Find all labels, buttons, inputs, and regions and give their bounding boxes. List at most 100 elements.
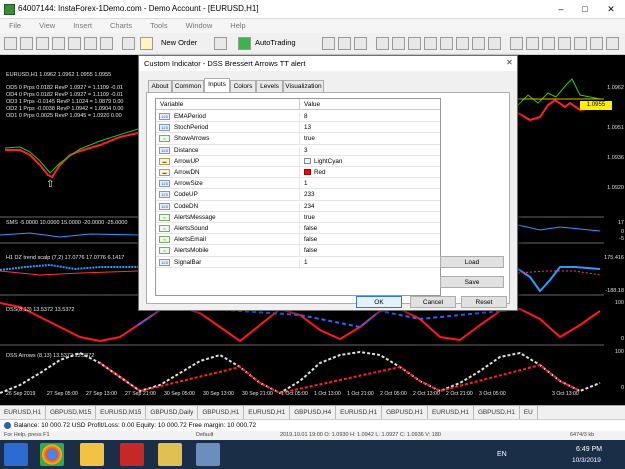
tab-about[interactable]: About (148, 80, 172, 92)
tab-common[interactable]: Common (172, 80, 204, 92)
minimize-button[interactable]: – (550, 2, 572, 16)
chart-tab[interactable]: EURUSD,H1 (244, 406, 291, 419)
table-row[interactable]: 123 Distance 3 (156, 145, 440, 157)
strategy-tester-icon[interactable] (100, 37, 113, 50)
metaeditor-icon[interactable] (214, 37, 227, 50)
new-order-icon[interactable] (140, 37, 153, 50)
integer-icon: 123 (159, 113, 170, 120)
cursor-icon[interactable] (510, 37, 523, 50)
close-button[interactable]: ✕ (600, 2, 622, 16)
price-scale-label: 1.0920 (607, 185, 624, 191)
crosshair-icon[interactable] (122, 37, 135, 50)
chart-tab[interactable]: EURUSD,H1 (336, 406, 383, 419)
table-row[interactable]: 123 StochPeriod 13 (156, 122, 440, 135)
variable-value[interactable]: 1 (299, 258, 308, 269)
status-bar: For Help, press F1 Default 2019.10.01 19… (0, 431, 625, 440)
tile-windows-icon[interactable] (408, 37, 421, 50)
tab-colors[interactable]: Colors (230, 80, 256, 92)
navigator-icon[interactable] (68, 37, 81, 50)
cancel-button[interactable]: Cancel (410, 296, 456, 308)
table-row[interactable]: 123 CodeDN 234 (156, 201, 440, 213)
folder-icon[interactable] (158, 443, 182, 466)
table-row[interactable]: ▬ ArrowDN Red (156, 167, 440, 179)
bar-chart-icon[interactable] (322, 37, 335, 50)
chart-tab[interactable]: GBPUSD,H1 (474, 406, 520, 419)
zoom-out-icon[interactable] (392, 37, 405, 50)
app-icon[interactable] (196, 443, 220, 466)
metatrader-icon[interactable] (120, 443, 144, 466)
chart-tab[interactable]: GBPUSD,M15 (46, 406, 97, 419)
menu-insert[interactable]: Insert (64, 19, 101, 30)
ods-line: OD5 0 Prps 0.0182 RevP 1.0927 = 1.1109 -… (6, 85, 124, 91)
autotrading-button[interactable]: AutoTrading (255, 38, 296, 47)
dialog-close-button[interactable]: ✕ (504, 58, 515, 68)
chart-tab[interactable]: GBPUSD,H1 (382, 406, 428, 419)
trendline-icon[interactable] (558, 37, 571, 50)
menu-window[interactable]: Window (177, 19, 222, 30)
chart-tab[interactable]: EURUSD,M15 (96, 406, 147, 419)
time-label: 1 Oct 05:00 (281, 391, 308, 397)
app-icon (4, 4, 15, 15)
menu-help[interactable]: Help (221, 19, 254, 30)
reset-button[interactable]: Reset (461, 296, 507, 308)
chart-tab[interactable]: GBPUSD,H1 (198, 406, 245, 419)
table-row[interactable]: ≈ AlertsEmail false (156, 234, 440, 247)
chart-tab[interactable]: EU (520, 406, 538, 419)
line-chart-icon[interactable] (354, 37, 367, 50)
menu-tools[interactable]: Tools (141, 19, 177, 30)
maximize-button[interactable]: □ (574, 2, 596, 16)
table-row[interactable]: ≈ AlertsMobile false (156, 245, 440, 258)
ok-button[interactable]: OK (356, 296, 402, 308)
column-header-value: Value (299, 99, 440, 110)
table-row[interactable]: 123 CodeUP 233 (156, 189, 440, 202)
table-row[interactable]: ≈ AlertsMessage true (156, 212, 440, 224)
autotrading-icon[interactable] (238, 37, 251, 50)
data-window-icon[interactable] (52, 37, 65, 50)
chart-tab[interactable]: GBPUSD,Daily (146, 406, 199, 419)
table-row[interactable]: 123 EMAPeriod 8 (156, 111, 440, 123)
table-row[interactable]: 123 SignalBar 1 (156, 257, 440, 269)
horizontal-line-icon[interactable] (542, 37, 555, 50)
file-explorer-icon[interactable] (80, 443, 104, 466)
chart-tab[interactable]: EURUSD,H1 (0, 406, 46, 419)
language-indicator[interactable]: EN (497, 451, 507, 458)
chart-shift-icon[interactable] (440, 37, 453, 50)
table-row[interactable]: ≈ AlertsSound false (156, 223, 440, 235)
tab-inputs[interactable]: Inputs (204, 78, 230, 93)
symbol-label: EURUSD,H1 1.0962 1.0962 1.0955 1.0955 (6, 72, 112, 78)
templates-icon[interactable] (488, 37, 501, 50)
market-watch-icon[interactable] (36, 37, 49, 50)
channel-icon[interactable] (574, 37, 587, 50)
menu-charts[interactable]: Charts (101, 19, 141, 30)
indicators-icon[interactable] (456, 37, 469, 50)
chart-tab[interactable]: EURUSD,H1 (428, 406, 474, 419)
fibo-icon[interactable] (590, 37, 603, 50)
menu-file[interactable]: File (0, 19, 30, 30)
table-row[interactable]: ≈ ShowArrows true (156, 133, 440, 146)
profiles-icon[interactable] (20, 37, 33, 50)
new-order-button[interactable]: New Order (161, 38, 197, 47)
tab-visualization[interactable]: Visualization (283, 80, 324, 92)
clock-time[interactable]: 6:49 PM (576, 446, 602, 453)
terminal-icon[interactable] (84, 37, 97, 50)
start-icon[interactable] (4, 443, 28, 466)
autoscroll-icon[interactable] (424, 37, 437, 50)
svg-text:⇧: ⇧ (46, 179, 54, 190)
tab-levels[interactable]: Levels (256, 80, 283, 92)
chart-tab[interactable]: GBPUSD,H4 (290, 406, 337, 419)
time-label: 30 Sep 05:00 (164, 391, 195, 397)
text-tool-icon[interactable] (606, 37, 619, 50)
vertical-line-icon[interactable] (526, 37, 539, 50)
load-button[interactable]: Load (440, 256, 504, 268)
candles-icon[interactable] (338, 37, 351, 50)
periods-icon[interactable] (472, 37, 485, 50)
chart-tab-strip: EURUSD,H1 GBPUSD,M15 EURUSD,M15 GBPUSD,Dail… (0, 405, 625, 419)
zoom-in-icon[interactable] (376, 37, 389, 50)
chrome-icon[interactable] (40, 443, 64, 466)
new-chart-icon[interactable] (4, 37, 17, 50)
save-button[interactable]: Save (440, 276, 504, 288)
table-row[interactable]: ▬ ArrowUP LightCyan (156, 156, 440, 168)
clock-date[interactable]: 10/3/2019 (572, 457, 601, 464)
menu-view[interactable]: View (30, 19, 64, 30)
table-row[interactable]: 123 ArrowSize 1 (156, 178, 440, 191)
